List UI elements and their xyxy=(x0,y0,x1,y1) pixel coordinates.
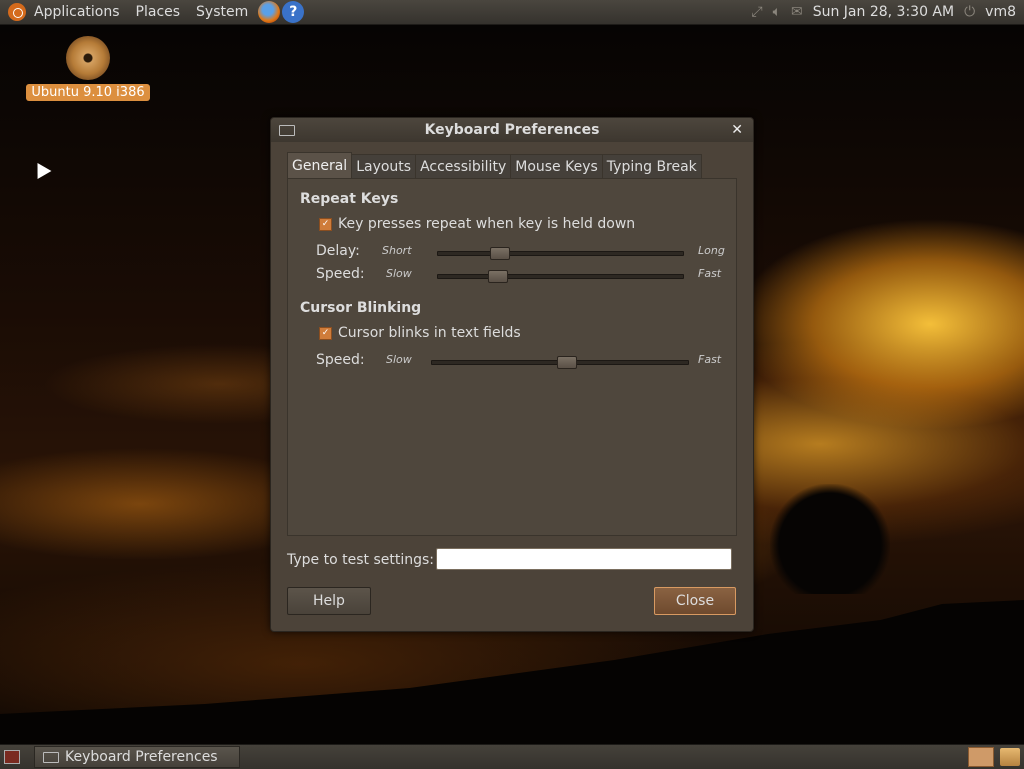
repeat-speed-slider-row: Speed: Slow Fast xyxy=(316,266,726,286)
system-tray: ⤢ 🔈︎ ✉ Sun Jan 28, 3:30 AM ⏻ vm8 xyxy=(751,4,1024,20)
blink-speed-label: Speed: xyxy=(316,352,365,368)
window-titlebar[interactable]: Keyboard Preferences ✕ xyxy=(271,118,753,142)
close-icon[interactable]: ✕ xyxy=(731,118,743,142)
repeat-keys-row[interactable]: ✓ Key presses repeat when key is held do… xyxy=(319,216,635,232)
cursor-blinking-heading: Cursor Blinking xyxy=(300,300,422,316)
repeat-keys-heading: Repeat Keys xyxy=(300,191,399,207)
tab-mouse-keys[interactable]: Mouse Keys xyxy=(510,154,603,179)
top-panel: Applications Places System ? ⤢ 🔈︎ ✉ Sun … xyxy=(0,0,1024,25)
ubuntu-logo-icon[interactable] xyxy=(8,3,26,21)
test-settings-label: Type to test settings: xyxy=(287,552,434,568)
help-icon[interactable]: ? xyxy=(282,1,305,23)
applications-menu[interactable]: Applications xyxy=(26,0,128,24)
cursor-blinks-checkbox[interactable]: ✓ xyxy=(319,326,332,340)
blink-speed-max-label: Fast xyxy=(698,353,722,366)
clock[interactable]: Sun Jan 28, 3:30 AM xyxy=(813,4,954,20)
show-desktop-icon[interactable] xyxy=(4,750,20,764)
close-button[interactable]: Close xyxy=(654,587,736,615)
delay-slider-track[interactable] xyxy=(437,247,684,260)
user-menu[interactable]: vm8 xyxy=(985,4,1016,20)
repeat-speed-min-label: Slow xyxy=(386,267,412,280)
firefox-icon[interactable] xyxy=(258,1,281,23)
blink-speed-min-label: Slow xyxy=(386,353,412,366)
desktop-cd-item[interactable]: Ubuntu 9.10 i386 xyxy=(26,36,150,101)
bottom-panel: Keyboard Preferences xyxy=(0,744,1024,769)
mail-icon[interactable]: ✉ xyxy=(791,4,803,20)
repeat-keys-checkbox[interactable]: ✓ xyxy=(319,217,332,231)
blink-speed-slider-knob[interactable] xyxy=(557,356,577,369)
tab-bar: General Layouts Accessibility Mouse Keys… xyxy=(287,152,702,179)
network-icon[interactable]: ⤢ xyxy=(751,4,762,20)
places-menu[interactable]: Places xyxy=(128,0,189,24)
tab-general[interactable]: General xyxy=(287,152,353,179)
repeat-speed-slider-track[interactable] xyxy=(437,270,684,283)
delay-min-label: Short xyxy=(382,244,412,257)
cursor-blinks-label[interactable]: Cursor blinks in text fields xyxy=(338,325,521,341)
test-settings-input[interactable] xyxy=(436,548,732,570)
taskbar-window-button[interactable]: Keyboard Preferences xyxy=(34,746,240,768)
repeat-speed-max-label: Fast xyxy=(698,267,722,280)
trash-icon[interactable] xyxy=(1000,748,1020,766)
repeat-speed-slider-knob[interactable] xyxy=(488,270,508,283)
keyboard-preferences-window: Keyboard Preferences ✕ General Layouts A… xyxy=(270,117,754,632)
tab-layouts[interactable]: Layouts xyxy=(351,154,417,179)
delay-slider-knob[interactable] xyxy=(490,247,510,260)
power-icon[interactable]: ⏻ xyxy=(964,4,975,20)
repeat-keys-label[interactable]: Key presses repeat when key is held down xyxy=(338,216,635,232)
system-menu[interactable]: System xyxy=(188,0,256,24)
repeat-speed-label: Speed: xyxy=(316,266,365,282)
delay-max-label: Long xyxy=(698,244,725,257)
tab-typing-break[interactable]: Typing Break xyxy=(601,154,702,179)
cursor-blinks-row[interactable]: ✓ Cursor blinks in text fields xyxy=(319,325,521,341)
keyboard-icon xyxy=(43,751,59,763)
blink-speed-slider-track[interactable] xyxy=(431,356,689,369)
cd-icon[interactable] xyxy=(66,36,110,80)
workspace-switcher[interactable] xyxy=(968,747,994,767)
keyboard-icon xyxy=(279,125,295,136)
delay-slider-row: Delay: Short Long xyxy=(316,243,726,263)
volume-icon[interactable]: 🔈︎ xyxy=(773,4,781,20)
delay-label: Delay: xyxy=(316,243,360,259)
general-tab-panel: Repeat Keys ✓ Key presses repeat when ke… xyxy=(287,178,737,536)
tab-accessibility[interactable]: Accessibility xyxy=(415,154,512,179)
tree-silhouette xyxy=(770,484,890,594)
cd-label[interactable]: Ubuntu 9.10 i386 xyxy=(26,84,150,101)
window-title: Keyboard Preferences xyxy=(424,122,600,138)
blink-speed-slider-row: Speed: Slow Fast xyxy=(316,352,726,372)
taskbar-window-label: Keyboard Preferences xyxy=(65,749,218,765)
help-button[interactable]: Help xyxy=(287,587,371,615)
